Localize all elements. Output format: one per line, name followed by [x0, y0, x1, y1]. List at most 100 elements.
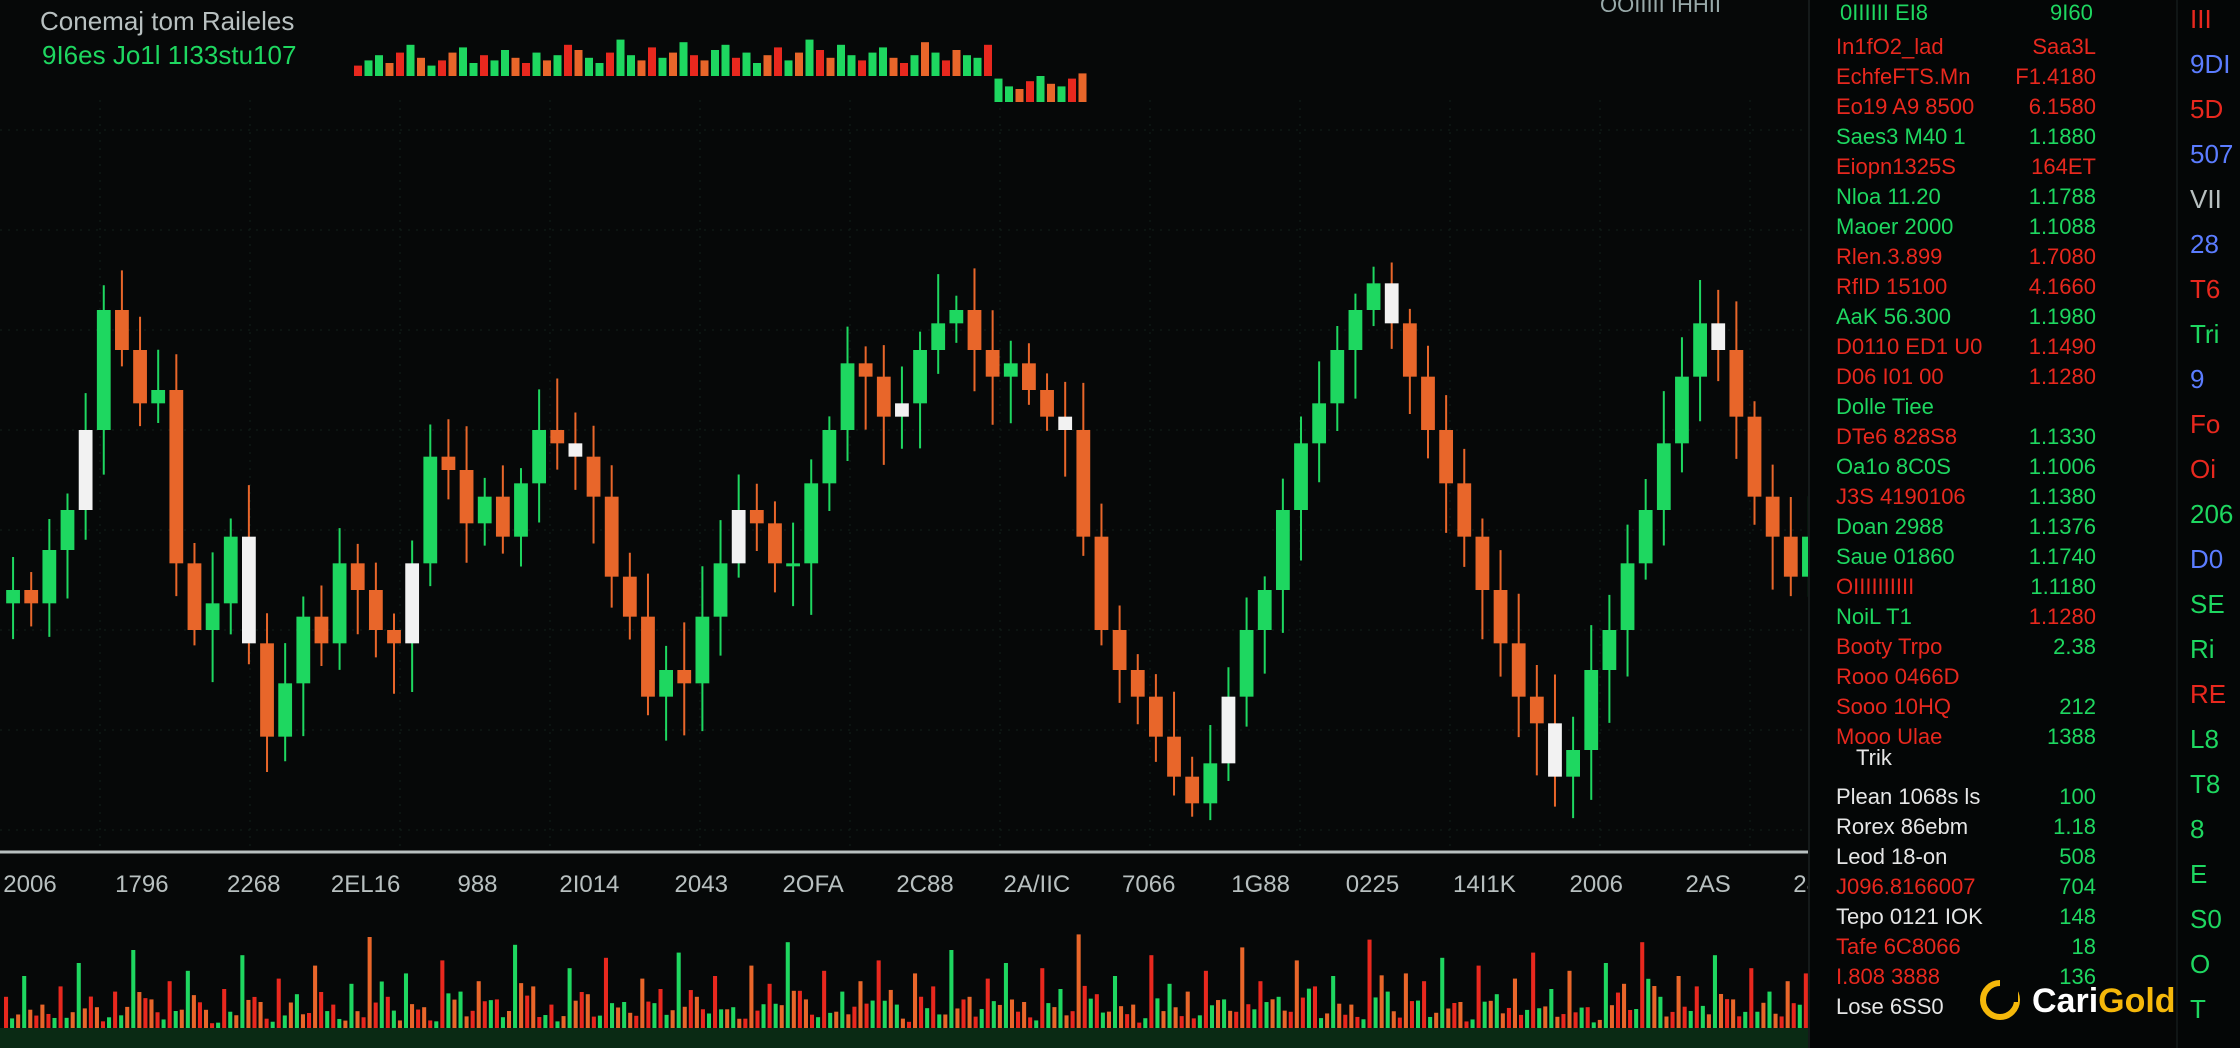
- volume-bar: [216, 1022, 221, 1028]
- quote-label: I.808 3888: [1836, 964, 1940, 989]
- quote-row[interactable]: Saes3 M40 1 1.1880: [1810, 124, 2130, 154]
- quote-row[interactable]: J096.8166007 704: [1810, 874, 2130, 904]
- quote-row[interactable]: Saue 01860 1.1740: [1810, 544, 2130, 574]
- volume-bar: [1603, 963, 1608, 1028]
- mini-volume-bar: [931, 52, 940, 76]
- volume-bar: [646, 1001, 651, 1028]
- top-right-text: OOIIIII IHHII: [1600, 0, 1722, 17]
- quote-row[interactable]: Tafe 6C8066 18: [1810, 934, 2130, 964]
- quote-value: 1.1280: [2028, 604, 2096, 629]
- volume-bar: [1773, 1013, 1778, 1028]
- mini-volume-bar: [396, 52, 404, 76]
- mini-volume-bar: [1036, 76, 1045, 102]
- quote-value: 6.1580: [2028, 94, 2096, 119]
- volume-bar: [52, 1017, 57, 1028]
- quote-row[interactable]: NoiL T1 1.1280: [1810, 604, 2130, 634]
- quote-value: 1.1376: [2028, 514, 2096, 539]
- volume-bar: [1167, 983, 1172, 1028]
- quote-label: Rooo 0466D: [1836, 664, 1960, 689]
- volume-bar: [834, 1011, 839, 1028]
- quote-row[interactable]: Leod 18-on 508: [1810, 844, 2130, 874]
- quote-row[interactable]: Rlen.3.899 1.7080: [1810, 244, 2130, 274]
- quote-row[interactable]: Rorex 86ebm 1.18: [1810, 814, 2130, 844]
- candle-body: [786, 563, 800, 567]
- quote-row[interactable]: Booty Trpo 2.38: [1810, 634, 2130, 664]
- mini-volume-strip: [354, 39, 1087, 102]
- quote-row[interactable]: OIIIIIIIIII 1.1180: [1810, 574, 2130, 604]
- quote-row[interactable]: Maoer 2000 1.1088: [1810, 214, 2130, 244]
- quote-row[interactable]: In1fO2_lad Saa3L: [1810, 34, 2130, 64]
- quote-row[interactable]: Doan 2988 1.1376: [1810, 514, 2130, 544]
- volume-bar: [1476, 965, 1481, 1028]
- quote-row[interactable]: Plean 1068s ls 100: [1810, 784, 2130, 814]
- volume-bar: [1022, 1002, 1027, 1028]
- volume-bar: [1519, 1014, 1524, 1028]
- volume-bar: [452, 999, 457, 1028]
- quote-row[interactable]: D0110 ED1 U0 1.1490: [1810, 334, 2130, 364]
- candle-body: [604, 496, 619, 577]
- mini-volume-bar: [826, 57, 835, 76]
- quote-value: 704: [2059, 874, 2096, 899]
- volume-bar: [1446, 1008, 1451, 1028]
- volume-bar: [919, 996, 924, 1028]
- mini-volume-bar: [448, 52, 457, 76]
- quote-value: F1.4180: [2015, 64, 2096, 89]
- quote-row[interactable]: Tepo 0121 IOK 148: [1810, 904, 2130, 934]
- candle-body: [260, 643, 274, 737]
- volume-bar: [1300, 997, 1305, 1028]
- quote-label: J096.8166007: [1836, 874, 1976, 899]
- quote-row[interactable]: AaK 56.300 1.1980: [1810, 304, 2130, 334]
- volume-bar: [1403, 973, 1408, 1028]
- volume-bar: [1355, 1016, 1360, 1028]
- quote-label: D06 I01 00: [1836, 364, 1944, 389]
- quote-row[interactable]: Sooo 10HQ 212: [1810, 694, 2130, 724]
- volume-bar: [1506, 1007, 1511, 1028]
- quotes-side-panel: 0IIIIII EI8 9I60 In1fO2_lad Saa3L EchfeFTS…: [1808, 0, 2130, 1048]
- volume-bar: [906, 1021, 911, 1028]
- chart-area: 2006 1796 2268 2EL16 988 2I014 2043 2OFA 2C88 2A/…: [0, 0, 1828, 1048]
- volume-bar: [943, 1014, 948, 1028]
- volume-bar: [1258, 981, 1263, 1028]
- quote-row[interactable]: Nloa 11.20 1.1788: [1810, 184, 2130, 214]
- volume-bar: [1016, 1011, 1021, 1028]
- quote-row[interactable]: DTe6 828S8 1.1330: [1810, 424, 2130, 454]
- candle-body: [1094, 536, 1109, 630]
- mini-volume-bar: [690, 55, 698, 76]
- quote-label: J3S 4190106: [1836, 484, 1966, 509]
- mini-volume-bar: [375, 55, 383, 76]
- quote-value: 1.1740: [2028, 544, 2096, 569]
- candle-body: [187, 563, 202, 630]
- volume-bar: [1276, 996, 1281, 1028]
- quote-row[interactable]: Eiopn1325S 164ET: [1810, 154, 2130, 184]
- mini-volume-bar: [868, 52, 877, 76]
- quote-value: 1.1088: [2028, 214, 2096, 239]
- volume-bar: [1209, 1005, 1214, 1028]
- candle-body: [822, 430, 837, 484]
- quote-row[interactable]: Rooo 0466D: [1810, 664, 2130, 694]
- volume-bar: [246, 999, 251, 1028]
- quote-row[interactable]: Oa1o 8C0S 1.1006: [1810, 454, 2130, 484]
- ticker-fragment: III: [2190, 4, 2212, 34]
- quote-value: 1.1788: [2028, 184, 2096, 209]
- quote-row[interactable]: EchfeFTS.Mn F1.4180: [1810, 64, 2130, 94]
- volume-bar: [682, 1006, 687, 1028]
- volume-bar: [1240, 947, 1245, 1028]
- volume-bar: [1488, 1000, 1493, 1028]
- volume-bar: [937, 1014, 942, 1028]
- quote-row[interactable]: RfID 15100 4.1660: [1810, 274, 2130, 304]
- volume-bar: [155, 1012, 160, 1028]
- candle-body: [368, 590, 383, 630]
- quote-row[interactable]: Eo19 A9 8500 6.1580: [1810, 94, 2130, 124]
- volume-bar: [1658, 996, 1663, 1028]
- volume-bar: [1088, 998, 1093, 1028]
- quote-row[interactable]: J3S 4190106 1.1380: [1810, 484, 2130, 514]
- volume-bar: [894, 1004, 899, 1028]
- x-tick-label: 1G88: [1231, 871, 1290, 898]
- quote-row[interactable]: Dolle Tiee: [1810, 394, 2130, 424]
- mini-volume-bar: [480, 55, 488, 76]
- quote-row[interactable]: D06 I01 00 1.1280: [1810, 364, 2130, 394]
- quote-value: 100: [2059, 784, 2096, 809]
- quote-label: Rorex 86ebm: [1836, 814, 1969, 839]
- volume-bar: [325, 1011, 330, 1028]
- volume-bar: [1294, 960, 1299, 1028]
